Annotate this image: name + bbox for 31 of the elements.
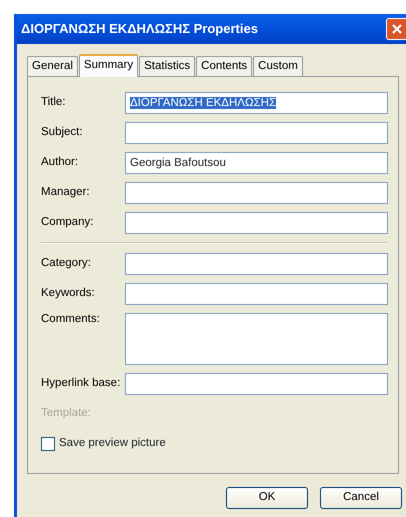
checkbox-label: Save preview picture: [59, 437, 166, 451]
field-label: Author:: [41, 156, 80, 170]
field-label: Keywords:: [41, 287, 96, 301]
input-field[interactable]: [125, 283, 388, 305]
input-field[interactable]: [125, 212, 388, 234]
close-icon: [390, 23, 402, 35]
input-field[interactable]: [125, 253, 388, 275]
input-field[interactable]: Georgia Bafoutsou: [125, 152, 388, 174]
tab[interactable]: Statistics: [139, 56, 196, 76]
tab[interactable]: Custom: [253, 56, 303, 76]
close-button[interactable]: [386, 18, 406, 40]
input-field[interactable]: [125, 373, 388, 395]
field-label: Category:: [41, 257, 92, 271]
ok-button[interactable]: OK: [226, 487, 308, 509]
field-label: Company:: [41, 216, 94, 230]
input-field[interactable]: [125, 122, 388, 144]
input-field[interactable]: [125, 182, 388, 204]
field-label: Subject:: [41, 126, 84, 140]
window-title: ΔΙΟΡΓΑΝΩΣΗ ΕΚΔΗΛΩΣΗΣ Properties: [21, 20, 258, 38]
field-label: Template:: [41, 407, 92, 421]
field-label: Title:: [41, 96, 66, 110]
field-label: Hyperlink base:: [41, 377, 122, 391]
cancel-button[interactable]: Cancel: [320, 487, 402, 509]
tab[interactable]: Contents: [196, 56, 252, 76]
tab[interactable]: General: [27, 56, 78, 76]
field-label: Comments:: [41, 313, 101, 326]
checkbox[interactable]: [41, 437, 55, 451]
tab[interactable]: Summary: [78, 54, 138, 77]
text-area[interactable]: [125, 313, 388, 365]
field-label: Manager:: [41, 186, 91, 200]
input-field[interactable]: ΔΙΟΡΓΑΝΩΣΗ ΕΚΔΗΛΩΣΗΣ: [125, 92, 388, 114]
